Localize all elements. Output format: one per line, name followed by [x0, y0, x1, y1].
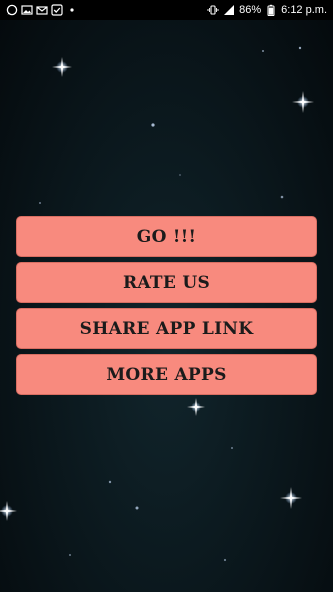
main-menu: GO !!! RATE US SHARE APP LINK MORE APPS — [16, 216, 317, 400]
dot-icon — [66, 4, 78, 16]
whatsapp-icon — [6, 4, 18, 16]
go-button[interactable]: GO !!! — [16, 216, 317, 257]
star-icon — [0, 501, 17, 521]
gallery-icon — [21, 4, 33, 16]
vibrate-icon — [207, 4, 219, 16]
star-icon — [187, 398, 205, 416]
star-icon — [280, 487, 302, 509]
system-icons: 86% 6:12 p.m. — [207, 4, 327, 16]
clock: 6:12 p.m. — [281, 4, 327, 16]
mail-icon — [36, 4, 48, 16]
star-icon — [52, 57, 72, 77]
notification-icons — [6, 4, 78, 16]
star-icon — [292, 91, 314, 113]
battery-percent: 86% — [239, 4, 262, 16]
status-bar: 86% 6:12 p.m. — [0, 0, 333, 20]
more-apps-button[interactable]: MORE APPS — [16, 354, 317, 395]
signal-icon — [223, 4, 235, 16]
check-icon — [51, 4, 63, 16]
rate-us-button[interactable]: RATE US — [16, 262, 317, 303]
share-app-link-button[interactable]: SHARE APP LINK — [16, 308, 317, 349]
battery-icon — [265, 4, 277, 16]
